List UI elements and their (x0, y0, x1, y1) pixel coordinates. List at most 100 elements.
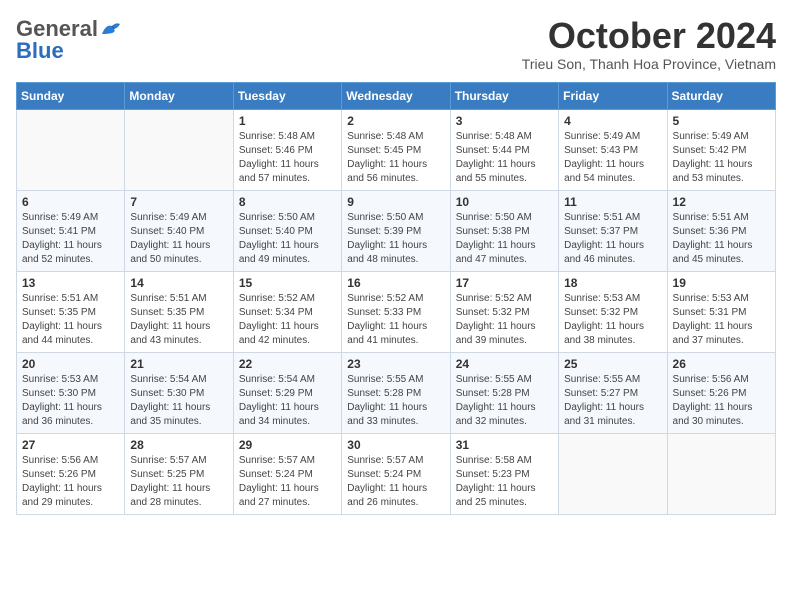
day-info: Sunrise: 5:51 AM Sunset: 5:35 PM Dayligh… (22, 292, 119, 348)
day-number: 11 (564, 195, 661, 209)
day-number: 20 (22, 357, 119, 371)
logo: General Blue (16, 16, 124, 64)
day-number: 26 (673, 357, 770, 371)
day-info: Sunrise: 5:53 AM Sunset: 5:32 PM Dayligh… (564, 292, 661, 348)
calendar-cell: 21 Sunrise: 5:54 AM Sunset: 5:30 PM Dayli… (125, 352, 233, 433)
calendar-cell: 14 Sunrise: 5:51 AM Sunset: 5:35 PM Dayli… (125, 271, 233, 352)
day-number: 21 (130, 357, 227, 371)
day-info: Sunrise: 5:51 AM Sunset: 5:37 PM Dayligh… (564, 211, 661, 267)
calendar-cell: 31 Sunrise: 5:58 AM Sunset: 5:23 PM Dayli… (450, 433, 558, 514)
day-info: Sunrise: 5:53 AM Sunset: 5:30 PM Dayligh… (22, 373, 119, 429)
weekday-header-friday: Friday (559, 82, 667, 109)
day-info: Sunrise: 5:57 AM Sunset: 5:25 PM Dayligh… (130, 454, 227, 510)
calendar-header-row: SundayMondayTuesdayWednesdayThursdayFrid… (17, 82, 776, 109)
month-title: October 2024 (522, 16, 776, 56)
calendar-cell: 27Sunrise: 5:56 AM Sunset: 5:26 PM Dayli… (17, 433, 125, 514)
day-info: Sunrise: 5:48 AM Sunset: 5:46 PM Dayligh… (239, 130, 336, 186)
day-info: Sunrise: 5:51 AM Sunset: 5:36 PM Dayligh… (673, 211, 770, 267)
calendar-cell: 18Sunrise: 5:53 AM Sunset: 5:32 PM Dayli… (559, 271, 667, 352)
day-number: 14 (130, 276, 227, 290)
day-number: 25 (564, 357, 661, 371)
day-info: Sunrise: 5:54 AM Sunset: 5:30 PM Dayligh… (130, 373, 227, 429)
day-number: 4 (564, 114, 661, 128)
day-info: Sunrise: 5:50 AM Sunset: 5:39 PM Dayligh… (347, 211, 444, 267)
calendar-cell (559, 433, 667, 514)
calendar-cell: 4 Sunrise: 5:49 AM Sunset: 5:43 PM Daylig… (559, 109, 667, 190)
day-number: 3 (456, 114, 553, 128)
calendar-cell: 7Sunrise: 5:49 AM Sunset: 5:40 PM Daylig… (125, 190, 233, 271)
day-number: 17 (456, 276, 553, 290)
calendar-cell: 17 Sunrise: 5:52 AM Sunset: 5:32 PM Dayli… (450, 271, 558, 352)
day-number: 16 (347, 276, 444, 290)
day-info: Sunrise: 5:58 AM Sunset: 5:23 PM Dayligh… (456, 454, 553, 510)
weekday-header-tuesday: Tuesday (233, 82, 341, 109)
calendar-cell: 25 Sunrise: 5:55 AM Sunset: 5:27 PM Dayli… (559, 352, 667, 433)
calendar-cell: 15Sunrise: 5:52 AM Sunset: 5:34 PM Dayli… (233, 271, 341, 352)
calendar-week-row: 1 Sunrise: 5:48 AM Sunset: 5:46 PM Daylig… (17, 109, 776, 190)
calendar-cell: 28 Sunrise: 5:57 AM Sunset: 5:25 PM Dayli… (125, 433, 233, 514)
day-info: Sunrise: 5:50 AM Sunset: 5:38 PM Dayligh… (456, 211, 553, 267)
logo-blue: Blue (16, 38, 64, 64)
day-number: 23 (347, 357, 444, 371)
day-info: Sunrise: 5:50 AM Sunset: 5:40 PM Dayligh… (239, 211, 336, 267)
day-info: Sunrise: 5:49 AM Sunset: 5:41 PM Dayligh… (22, 211, 119, 267)
day-number: 9 (347, 195, 444, 209)
day-number: 19 (673, 276, 770, 290)
day-number: 31 (456, 438, 553, 452)
calendar-cell: 22 Sunrise: 5:54 AM Sunset: 5:29 PM Dayli… (233, 352, 341, 433)
day-info: Sunrise: 5:55 AM Sunset: 5:28 PM Dayligh… (456, 373, 553, 429)
calendar-cell: 2Sunrise: 5:48 AM Sunset: 5:45 PM Daylig… (342, 109, 450, 190)
day-info: Sunrise: 5:52 AM Sunset: 5:33 PM Dayligh… (347, 292, 444, 348)
day-number: 8 (239, 195, 336, 209)
calendar-cell: 12 Sunrise: 5:51 AM Sunset: 5:36 PM Dayli… (667, 190, 775, 271)
day-number: 12 (673, 195, 770, 209)
day-info: Sunrise: 5:54 AM Sunset: 5:29 PM Dayligh… (239, 373, 336, 429)
weekday-header-wednesday: Wednesday (342, 82, 450, 109)
calendar-cell: 1 Sunrise: 5:48 AM Sunset: 5:46 PM Daylig… (233, 109, 341, 190)
calendar-cell: 3 Sunrise: 5:48 AM Sunset: 5:44 PM Daylig… (450, 109, 558, 190)
calendar-cell: 13Sunrise: 5:51 AM Sunset: 5:35 PM Dayli… (17, 271, 125, 352)
calendar-cell (667, 433, 775, 514)
day-info: Sunrise: 5:55 AM Sunset: 5:27 PM Dayligh… (564, 373, 661, 429)
day-info: Sunrise: 5:56 AM Sunset: 5:26 PM Dayligh… (673, 373, 770, 429)
calendar-table: SundayMondayTuesdayWednesdayThursdayFrid… (16, 82, 776, 515)
day-info: Sunrise: 5:49 AM Sunset: 5:40 PM Dayligh… (130, 211, 227, 267)
calendar-cell: 9 Sunrise: 5:50 AM Sunset: 5:39 PM Daylig… (342, 190, 450, 271)
weekday-header-thursday: Thursday (450, 82, 558, 109)
day-info: Sunrise: 5:55 AM Sunset: 5:28 PM Dayligh… (347, 373, 444, 429)
day-number: 22 (239, 357, 336, 371)
calendar-cell (17, 109, 125, 190)
day-info: Sunrise: 5:57 AM Sunset: 5:24 PM Dayligh… (347, 454, 444, 510)
weekday-header-saturday: Saturday (667, 82, 775, 109)
calendar-cell: 20 Sunrise: 5:53 AM Sunset: 5:30 PM Dayli… (17, 352, 125, 433)
day-number: 28 (130, 438, 227, 452)
day-info: Sunrise: 5:51 AM Sunset: 5:35 PM Dayligh… (130, 292, 227, 348)
weekday-header-sunday: Sunday (17, 82, 125, 109)
calendar-cell: 24Sunrise: 5:55 AM Sunset: 5:28 PM Dayli… (450, 352, 558, 433)
calendar-cell: 26 Sunrise: 5:56 AM Sunset: 5:26 PM Dayli… (667, 352, 775, 433)
day-number: 30 (347, 438, 444, 452)
day-number: 1 (239, 114, 336, 128)
logo-bird-icon (100, 20, 122, 38)
calendar-cell: 16 Sunrise: 5:52 AM Sunset: 5:33 PM Dayli… (342, 271, 450, 352)
calendar-week-row: 6 Sunrise: 5:49 AM Sunset: 5:41 PM Daylig… (17, 190, 776, 271)
day-info: Sunrise: 5:53 AM Sunset: 5:31 PM Dayligh… (673, 292, 770, 348)
calendar-week-row: 27Sunrise: 5:56 AM Sunset: 5:26 PM Dayli… (17, 433, 776, 514)
day-info: Sunrise: 5:56 AM Sunset: 5:26 PM Dayligh… (22, 454, 119, 510)
title-area: October 2024 Trieu Son, Thanh Hoa Provin… (522, 16, 776, 72)
calendar-cell: 30 Sunrise: 5:57 AM Sunset: 5:24 PM Dayli… (342, 433, 450, 514)
calendar-week-row: 13Sunrise: 5:51 AM Sunset: 5:35 PM Dayli… (17, 271, 776, 352)
day-number: 6 (22, 195, 119, 209)
calendar-cell: 11 Sunrise: 5:51 AM Sunset: 5:37 PM Dayli… (559, 190, 667, 271)
day-info: Sunrise: 5:49 AM Sunset: 5:42 PM Dayligh… (673, 130, 770, 186)
day-info: Sunrise: 5:52 AM Sunset: 5:32 PM Dayligh… (456, 292, 553, 348)
calendar-cell: 10Sunrise: 5:50 AM Sunset: 5:38 PM Dayli… (450, 190, 558, 271)
day-info: Sunrise: 5:52 AM Sunset: 5:34 PM Dayligh… (239, 292, 336, 348)
calendar-cell: 8 Sunrise: 5:50 AM Sunset: 5:40 PM Daylig… (233, 190, 341, 271)
day-number: 5 (673, 114, 770, 128)
day-info: Sunrise: 5:48 AM Sunset: 5:44 PM Dayligh… (456, 130, 553, 186)
calendar-cell: 6 Sunrise: 5:49 AM Sunset: 5:41 PM Daylig… (17, 190, 125, 271)
day-info: Sunrise: 5:49 AM Sunset: 5:43 PM Dayligh… (564, 130, 661, 186)
calendar-week-row: 20 Sunrise: 5:53 AM Sunset: 5:30 PM Dayli… (17, 352, 776, 433)
location-subtitle: Trieu Son, Thanh Hoa Province, Vietnam (522, 56, 776, 72)
